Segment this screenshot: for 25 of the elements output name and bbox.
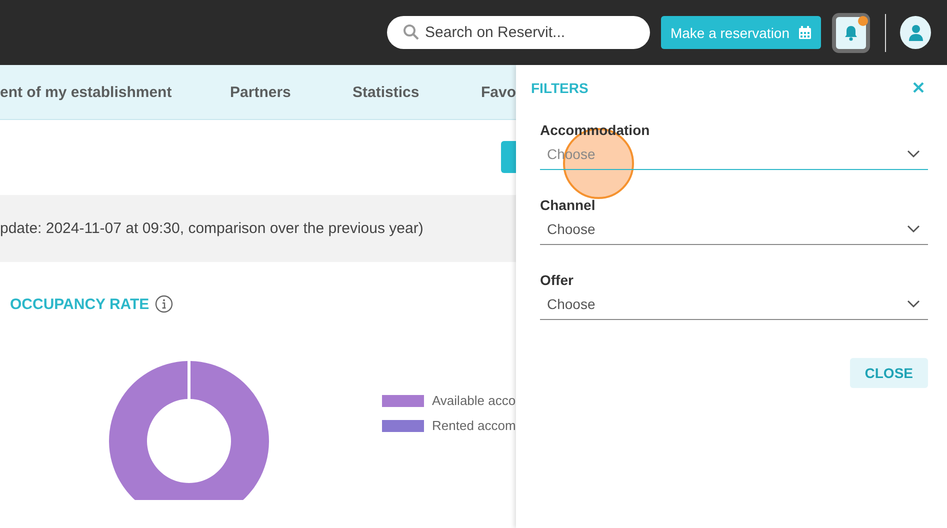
nav-tab[interactable]: Favo bbox=[480, 84, 516, 100]
notifications-button[interactable] bbox=[832, 12, 870, 52]
legend-label: Rented accom bbox=[432, 418, 516, 433]
nav-tab[interactable]: Partners bbox=[230, 84, 353, 100]
field-label: Channel bbox=[540, 197, 596, 213]
chevron-down-icon bbox=[907, 225, 920, 233]
field-label: Offer bbox=[540, 272, 574, 288]
occupancy-rate-title: OCCUPANCY RATE bbox=[10, 296, 150, 312]
chevron-down-icon bbox=[907, 300, 920, 308]
chevron-down-icon bbox=[907, 150, 920, 158]
user-avatar[interactable] bbox=[900, 16, 931, 49]
info-icon[interactable] bbox=[155, 295, 174, 313]
person-icon bbox=[908, 24, 924, 41]
nav-tab[interactable]: ent of my establishment bbox=[0, 84, 230, 100]
search-field[interactable]: Search on Reservit... bbox=[387, 16, 650, 49]
bell-icon bbox=[844, 24, 858, 40]
legend-label: Available acco bbox=[432, 393, 516, 408]
field-label: Accommodation bbox=[540, 122, 651, 138]
nav-tab[interactable]: Statistics bbox=[352, 84, 481, 100]
dropdown-field[interactable]: Choose bbox=[540, 221, 928, 245]
dropdown-field[interactable]: Choose bbox=[540, 296, 928, 320]
search-icon bbox=[403, 24, 419, 40]
update-note: pdate: 2024-11-07 at 09:30, comparison over the previous year) bbox=[0, 220, 424, 237]
calendar-icon bbox=[798, 26, 812, 40]
filters-title: FILTERS bbox=[531, 80, 588, 96]
